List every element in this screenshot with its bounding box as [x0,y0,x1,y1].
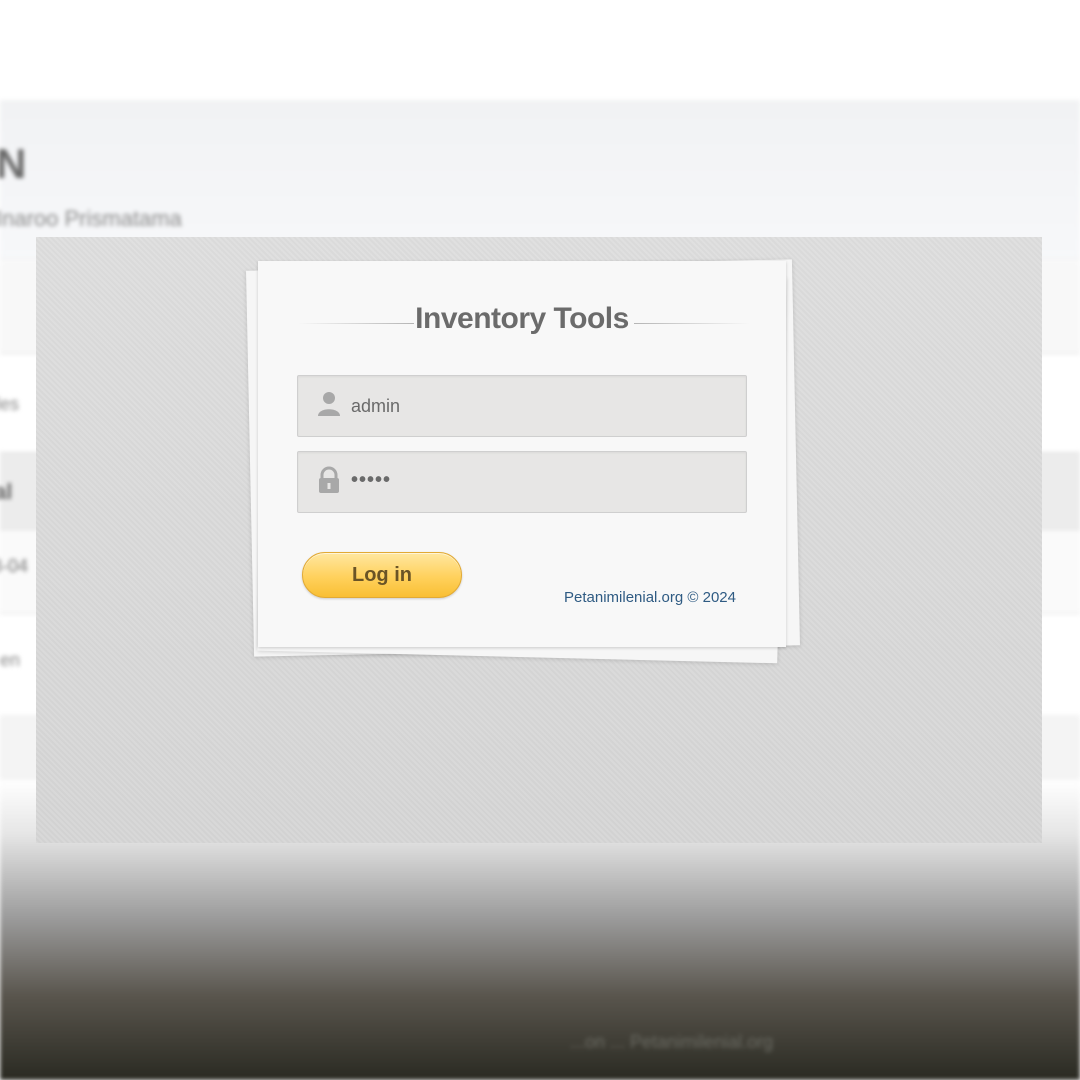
password-field[interactable]: ••••• [297,451,747,513]
background-bottom-text: ...on ... Petanimilenial.org [570,1032,774,1052]
background-table-header-text: al [0,479,13,504]
background-subtitle: Inaroo Prismatama [0,206,182,231]
login-card: Inventory Tools admin ••••• Log in Petan… [258,261,786,647]
background-footer-text: en [0,650,21,670]
username-field[interactable]: admin [297,375,747,437]
password-value: ••••• [351,469,392,491]
login-overlay: Inventory Tools admin ••••• Log in Petan… [36,237,1042,843]
background-column-label: les [0,394,20,414]
username-value: admin [351,396,401,416]
user-icon [316,390,342,418]
background-header [0,100,1080,260]
credit-link[interactable]: Petanimilenial.org © 2024 [564,589,736,606]
background-title: N [0,140,27,187]
lock-icon [316,466,342,494]
login-button[interactable]: Log in [302,552,462,598]
background-table-row-text: 3-04 [0,556,29,576]
login-title: Inventory Tools [415,302,629,335]
